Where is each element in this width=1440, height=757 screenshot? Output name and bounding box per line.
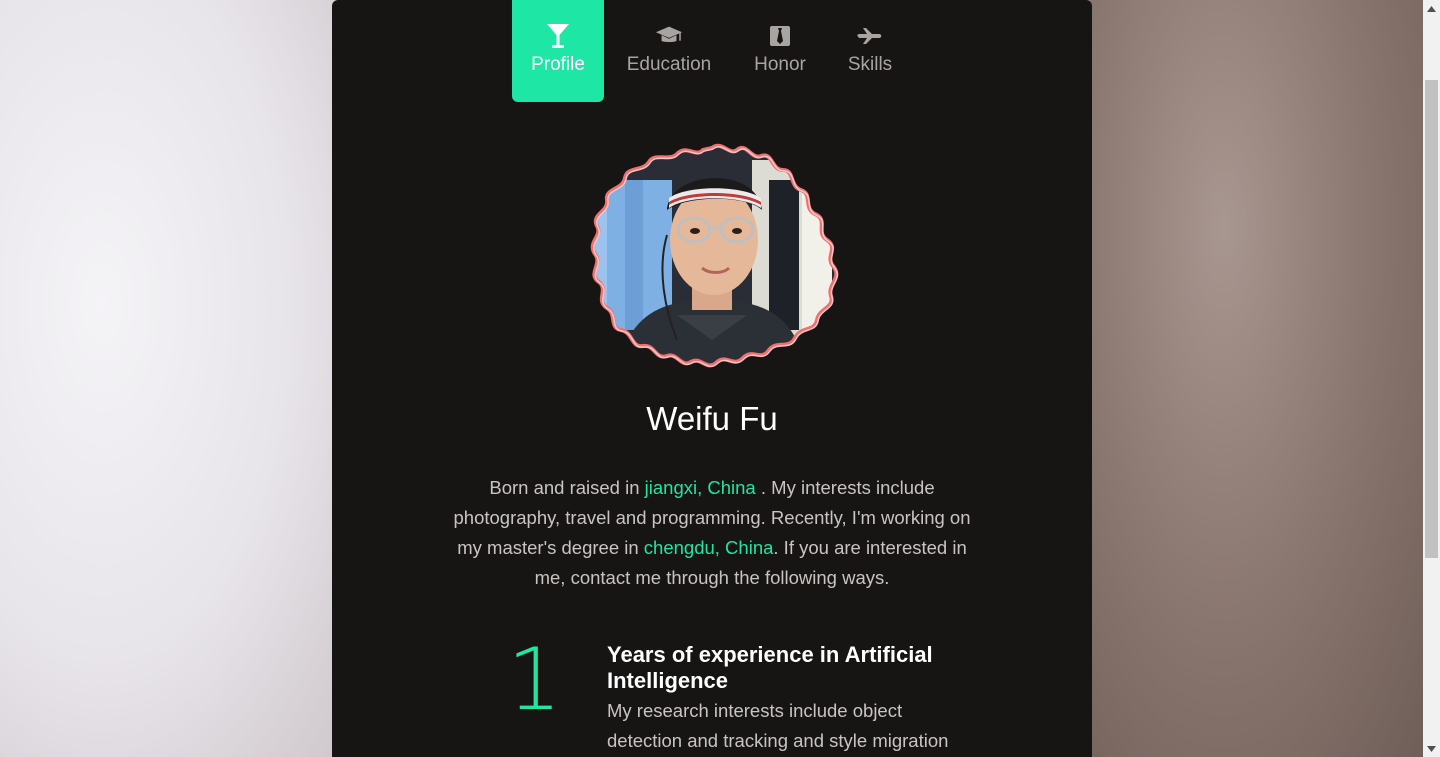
tab-bar: Profile Education Honor Skills bbox=[512, 0, 914, 102]
scroll-up-arrow-icon[interactable] bbox=[1423, 0, 1440, 17]
experience-description: My research interests include object det… bbox=[607, 700, 949, 751]
tab-profile[interactable]: Profile bbox=[512, 0, 604, 102]
page-scrollbar[interactable] bbox=[1423, 0, 1440, 757]
avatar bbox=[577, 140, 847, 375]
cocktail-icon bbox=[544, 22, 572, 50]
graduation-cap-icon bbox=[655, 22, 683, 50]
background-right bbox=[1090, 0, 1423, 757]
tab-honor[interactable]: Honor bbox=[734, 0, 826, 102]
tie-icon bbox=[766, 22, 794, 50]
profile-name: Weifu Fu bbox=[646, 400, 778, 437]
background-left bbox=[0, 0, 340, 757]
profile-bio: Born and raised in jiangxi, China . My i… bbox=[452, 473, 972, 593]
experience-years-number: 1 bbox=[507, 630, 562, 730]
tab-education[interactable]: Education bbox=[604, 0, 734, 102]
tab-skills[interactable]: Skills bbox=[826, 0, 914, 102]
tab-education-label: Education bbox=[626, 54, 712, 75]
tab-honor-label: Honor bbox=[754, 54, 806, 75]
plane-icon bbox=[856, 22, 884, 50]
scroll-thumb[interactable] bbox=[1425, 80, 1438, 558]
study-location-link[interactable]: chengdu, China bbox=[644, 537, 774, 558]
bio-text-1: Born and raised in bbox=[489, 477, 645, 498]
profile-card: Profile Education Honor Skills Weifu Fu … bbox=[332, 0, 1092, 757]
tab-profile-label: Profile bbox=[531, 54, 585, 75]
hometown-link[interactable]: jiangxi, China bbox=[645, 477, 756, 498]
tab-skills-label: Skills bbox=[847, 54, 893, 75]
scroll-down-arrow-icon[interactable] bbox=[1423, 740, 1440, 757]
experience-title: Years of experience in Artificial Intell… bbox=[607, 642, 933, 693]
